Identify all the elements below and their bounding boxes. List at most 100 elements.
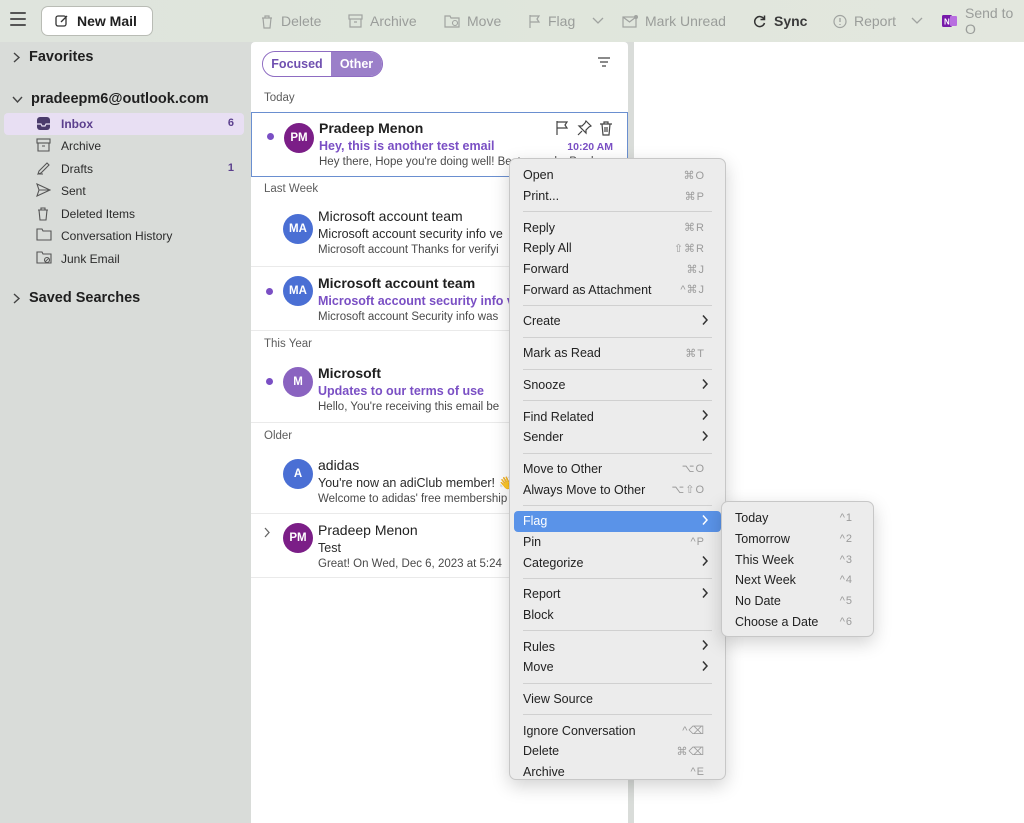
- menu-item-always-move-to-other[interactable]: Always Move to Other ⌥⇧O: [514, 479, 721, 500]
- menu-separator: [523, 630, 712, 632]
- menu-item-snooze[interactable]: Snooze: [514, 375, 721, 396]
- menu-item-forward-as-attachment[interactable]: Forward as Attachment ^⌘J: [514, 279, 721, 300]
- menu-item-sender[interactable]: Sender: [514, 427, 721, 448]
- message-subject: You're now an adiClub member! 👋: [318, 476, 515, 490]
- avatar: MA: [283, 276, 313, 306]
- folder-label: Inbox: [61, 117, 93, 131]
- account-label: pradeepm6@outlook.com: [31, 91, 209, 107]
- folder-label: Deleted Items: [61, 207, 136, 221]
- menu-item-open[interactable]: Open ⌘O: [514, 165, 721, 186]
- menu-item-move[interactable]: Move: [514, 657, 721, 678]
- filter-icon[interactable]: [597, 56, 611, 68]
- folder-label: Junk Email: [61, 252, 120, 266]
- menu-item-label: Sender: [523, 430, 564, 445]
- menu-separator: [523, 368, 712, 370]
- tab-other[interactable]: Other: [331, 52, 382, 76]
- menu-item-tomorrow[interactable]: Tomorrow ^2: [726, 529, 869, 550]
- menu-item-mark-as-read[interactable]: Mark as Read ⌘T: [514, 343, 721, 364]
- menu-item-choose-a-date[interactable]: Choose a Date ^6: [726, 611, 869, 632]
- menu-item-reply[interactable]: Reply ⌘R: [514, 217, 721, 238]
- menu-item-shortcut: ^2: [839, 533, 853, 546]
- folder-conversation-history[interactable]: Conversation History: [4, 225, 244, 247]
- chevron-right-icon: [702, 588, 709, 598]
- delete-button[interactable]: Delete: [260, 10, 321, 32]
- menu-item-delete[interactable]: Delete ⌘⌫: [514, 741, 721, 762]
- archive-button[interactable]: Archive: [348, 10, 417, 32]
- send-icon: [36, 183, 51, 197]
- menu-item-this-week[interactable]: This Week ^3: [726, 549, 869, 570]
- chevron-right-icon: [702, 514, 709, 525]
- archive-label: Archive: [370, 13, 417, 29]
- sync-icon: [753, 15, 766, 27]
- menu-separator: [523, 578, 712, 579]
- onenote-icon: N: [942, 15, 957, 27]
- saved-searches-header[interactable]: Saved Searches: [12, 290, 140, 306]
- message-sender: adidas: [318, 457, 360, 473]
- chevron-right-icon[interactable]: [263, 527, 271, 541]
- menu-item-today[interactable]: Today ^1: [726, 508, 869, 529]
- folder-drafts[interactable]: Drafts 1: [4, 158, 244, 180]
- trash-icon: [38, 207, 48, 221]
- menu-item-print[interactable]: Print... ⌘P: [514, 186, 721, 207]
- chevron-down-icon[interactable]: [592, 17, 604, 25]
- menu-item-rules[interactable]: Rules: [514, 636, 721, 657]
- menu-separator: [523, 714, 712, 716]
- menu-item-categorize[interactable]: Categorize: [514, 552, 721, 573]
- send-to-onenote-button[interactable]: N Send to O: [941, 5, 1024, 37]
- menu-item-label: Rules: [523, 639, 555, 654]
- sync-button[interactable]: Sync: [752, 10, 807, 32]
- tab-focused[interactable]: Focused: [263, 52, 331, 76]
- menu-item-reply-all[interactable]: Reply All ⇧⌘R: [514, 238, 721, 259]
- menu-item-block[interactable]: Block: [514, 605, 721, 626]
- draft-count: 1: [227, 162, 234, 174]
- menu-item-find-related[interactable]: Find Related: [514, 406, 721, 427]
- folder-inbox[interactable]: Inbox 6: [4, 113, 244, 135]
- flag-icon[interactable]: [555, 120, 570, 136]
- move-folder-icon: [444, 15, 460, 28]
- report-button[interactable]: Report: [833, 10, 923, 32]
- menu-item-shortcut: ^4: [839, 574, 853, 587]
- avatar: M: [283, 367, 313, 397]
- folder-archive[interactable]: Archive: [4, 135, 244, 157]
- menu-item-forward[interactable]: Forward ⌘J: [514, 259, 721, 280]
- menu-item-create[interactable]: Create: [514, 311, 721, 332]
- move-button[interactable]: Move: [444, 10, 501, 32]
- trash-icon[interactable]: [599, 120, 613, 136]
- menu-item-label: Archive: [523, 765, 565, 780]
- menu-item-next-week[interactable]: Next Week ^4: [726, 570, 869, 591]
- message-sender: Pradeep Menon: [319, 120, 424, 136]
- menu-item-ignore-conversation[interactable]: Ignore Conversation ^⌫: [514, 720, 721, 741]
- menu-item-label: Categorize: [523, 555, 584, 570]
- menu-separator: [523, 336, 712, 338]
- folder-icon: [36, 228, 52, 241]
- chevron-down-icon[interactable]: [911, 17, 923, 25]
- menu-item-flag[interactable]: Flag: [514, 510, 721, 532]
- menu-item-move-to-other[interactable]: Move to Other ⌥O: [514, 459, 721, 480]
- menu-item-report[interactable]: Report: [514, 584, 721, 605]
- menu-item-archive[interactable]: Archive ^E: [514, 762, 721, 783]
- menu-item-shortcut: ⌥O: [681, 463, 705, 476]
- menu-item-label: Block: [523, 608, 554, 623]
- folder-deleted-items[interactable]: Deleted Items: [4, 203, 244, 225]
- menu-item-pin[interactable]: Pin ^P: [514, 532, 721, 553]
- menu-item-label: Ignore Conversation: [523, 723, 636, 738]
- mark-unread-button[interactable]: Mark Unread: [622, 10, 726, 32]
- avatar: A: [283, 459, 313, 489]
- chevron-right-icon: [13, 51, 21, 63]
- favorites-header[interactable]: Favorites: [12, 49, 93, 65]
- menu-item-view-source[interactable]: View Source: [514, 689, 721, 710]
- flag-submenu: Today ^1 Tomorrow ^2 This Week ^3 Next Week ^4 N…: [721, 501, 874, 637]
- archive-icon: [36, 138, 51, 152]
- message-subject: Updates to our terms of use: [318, 384, 484, 398]
- new-mail-label: New Mail: [77, 13, 137, 29]
- hamburger-menu-icon[interactable]: [10, 12, 26, 26]
- account-header[interactable]: pradeepm6@outlook.com: [12, 91, 209, 107]
- folder-sent[interactable]: Sent: [4, 180, 244, 202]
- menu-item-label: Flag: [523, 514, 548, 529]
- menu-item-no-date[interactable]: No Date ^5: [726, 591, 869, 612]
- folder-label: Archive: [61, 139, 102, 153]
- new-mail-button[interactable]: New Mail: [41, 6, 153, 36]
- flag-button[interactable]: Flag: [528, 10, 604, 32]
- folder-junk-email[interactable]: Junk Email: [4, 248, 244, 270]
- pin-icon[interactable]: [577, 120, 592, 136]
